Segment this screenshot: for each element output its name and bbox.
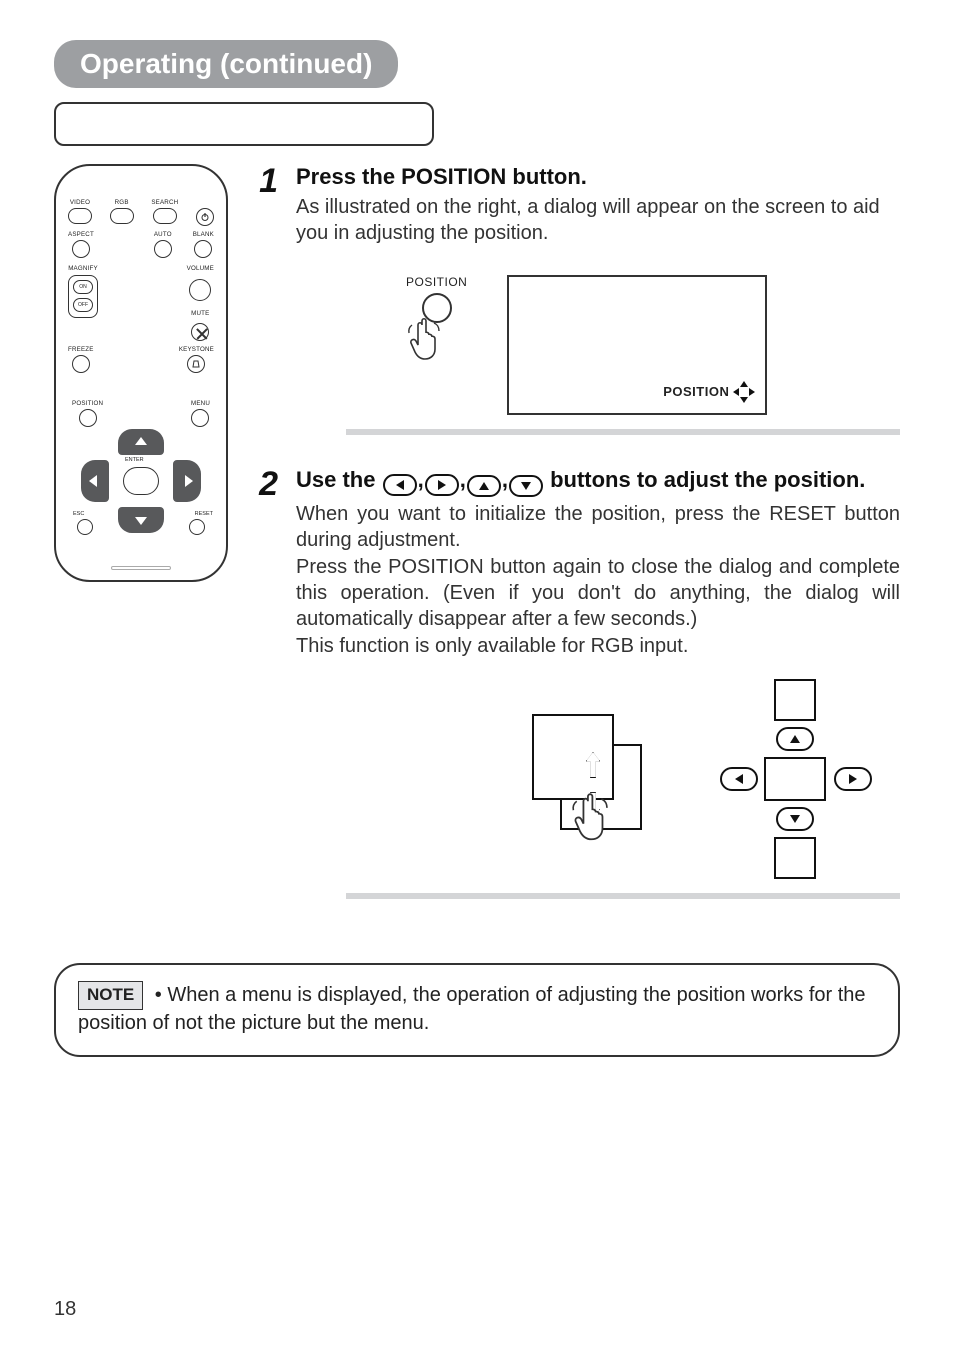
remote-blank-button[interactable] xyxy=(194,240,212,258)
up-button-icon xyxy=(467,475,501,497)
hand-press-icon xyxy=(570,790,626,846)
remote-position-label: POSITION xyxy=(72,401,103,407)
power-icon xyxy=(200,212,210,222)
arrow-right-icon xyxy=(185,475,193,487)
remote-volume-button[interactable] xyxy=(189,279,211,301)
step2-text2: Press the POSITION button again to close… xyxy=(296,554,900,633)
remote-menu-button[interactable] xyxy=(191,409,209,427)
remote-esc-button[interactable] xyxy=(77,519,93,535)
page-number: 18 xyxy=(54,1298,76,1321)
remote-keystone-button[interactable] xyxy=(187,355,205,373)
step2-text1: When you want to initialize the position… xyxy=(296,501,900,554)
remote-control: VIDEO RGB SEARCH ASPECT X AUTO BLANK xyxy=(54,164,228,582)
remote-rgb-button[interactable] xyxy=(110,208,134,224)
remote-video-label: VIDEO xyxy=(70,200,90,206)
press-position-label: POSITION xyxy=(406,275,467,289)
remote-standby-label xyxy=(204,200,206,206)
press-position-figure: POSITION xyxy=(406,275,467,365)
down-button-icon xyxy=(509,475,543,497)
remote-auto-label: AUTO xyxy=(154,232,172,238)
remote-keystone-label: KEYSTONE xyxy=(179,347,214,353)
remote-reset-button[interactable] xyxy=(189,519,205,535)
up-oval-icon xyxy=(776,727,814,751)
direction-pad-figure xyxy=(700,679,890,879)
remote-reset-label: RESET xyxy=(195,511,213,517)
remote-freeze-label: FREEZE xyxy=(68,347,94,353)
remote-magnify-off-button[interactable]: OFF xyxy=(73,298,93,312)
step1-text: As illustrated on the right, a dialog wi… xyxy=(296,194,900,247)
remote-magnify-label: MAGNIFY xyxy=(68,266,98,272)
remote-standby-button[interactable] xyxy=(196,208,214,226)
step1-title: Press the POSITION button. xyxy=(296,164,900,190)
remote-freeze-button[interactable] xyxy=(72,355,90,373)
remote-magnify-on-button[interactable]: ON xyxy=(73,280,93,294)
remote-search-button[interactable] xyxy=(153,208,177,224)
osd-position-label: POSITION xyxy=(663,384,729,399)
down-oval-icon xyxy=(776,807,814,831)
remote-position-button[interactable] xyxy=(79,409,97,427)
remote-volume-label: VOLUME xyxy=(187,266,214,272)
remote-magnify-group: ON OFF xyxy=(68,275,98,318)
remote-video-button[interactable] xyxy=(68,208,92,224)
right-oval-icon xyxy=(834,767,872,791)
hand-press-icon xyxy=(406,315,456,365)
screen-shift-figure xyxy=(524,704,654,854)
note-text: • When a menu is displayed, the operatio… xyxy=(78,984,866,1034)
remote-enter-label: ENTER xyxy=(125,457,144,463)
divider xyxy=(346,429,900,435)
step2-text3: This function is only available for RGB … xyxy=(296,633,900,659)
remote-esc-label: ESC xyxy=(73,511,84,517)
remote-rgb-label: RGB xyxy=(115,200,129,206)
left-oval-icon xyxy=(720,767,758,791)
remote-ir-window xyxy=(111,566,171,570)
remote-search-label: SEARCH xyxy=(151,200,178,206)
divider xyxy=(346,893,900,899)
right-button-icon xyxy=(425,474,459,496)
arrow-down-icon xyxy=(135,517,147,525)
remote-auto-button[interactable] xyxy=(154,240,172,258)
four-arrow-icon xyxy=(733,381,755,403)
remote-blank-label: BLANK xyxy=(193,232,214,238)
step1-number: 1 xyxy=(248,164,278,457)
arrow-up-icon xyxy=(135,437,147,445)
section-title: Operating (continued) xyxy=(54,40,398,88)
step2-title-post: buttons to adjust the position. xyxy=(550,467,865,492)
keystone-icon xyxy=(191,360,201,368)
subsection-placeholder xyxy=(54,102,434,146)
note-box: NOTE • When a menu is displayed, the ope… xyxy=(54,963,900,1057)
osd-dialog: POSITION xyxy=(507,275,767,415)
arrow-left-icon xyxy=(89,475,97,487)
remote-aspect-label: ASPECT xyxy=(68,232,94,238)
step2-title-pre: Use the xyxy=(296,467,382,492)
remote-mute-button[interactable] xyxy=(191,323,209,341)
step2-title: Use the ,,, buttons to adjust the positi… xyxy=(296,467,900,497)
step2-number: 2 xyxy=(248,467,278,921)
remote-enter-button[interactable] xyxy=(123,467,159,495)
left-button-icon xyxy=(383,474,417,496)
remote-menu-label: MENU xyxy=(191,401,210,407)
note-label: NOTE xyxy=(78,981,143,1010)
remote-mute-label: MUTE xyxy=(191,311,209,317)
remote-aspect-button[interactable] xyxy=(72,240,90,258)
remote-dpad: ENTER ESC RESET xyxy=(81,431,201,531)
